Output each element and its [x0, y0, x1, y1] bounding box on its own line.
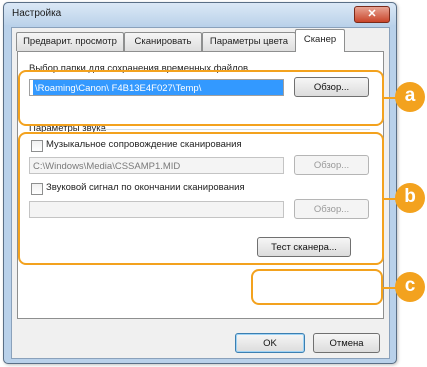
callout-frame-b: [18, 132, 384, 265]
tab-scan[interactable]: Сканировать: [124, 32, 202, 51]
callout-frame-a: [18, 70, 384, 126]
callout-frame-c: [251, 269, 383, 305]
cancel-button[interactable]: Отмена: [313, 333, 380, 353]
tab-color-settings[interactable]: Параметры цвета: [202, 32, 296, 51]
close-icon: ✕: [367, 8, 377, 20]
window-title: Настройка: [12, 8, 62, 19]
callout-badge-a: a: [395, 82, 425, 112]
title-bar: Настройка ✕: [4, 3, 396, 25]
tab-scanner[interactable]: Сканер: [295, 29, 345, 52]
group-divider: [100, 129, 370, 130]
callout-badge-b: b: [395, 183, 425, 213]
tab-preview[interactable]: Предварит. просмотр: [16, 32, 124, 51]
ok-button[interactable]: OK: [235, 333, 305, 353]
callout-badge-c: c: [395, 272, 425, 302]
close-button[interactable]: ✕: [354, 6, 390, 23]
